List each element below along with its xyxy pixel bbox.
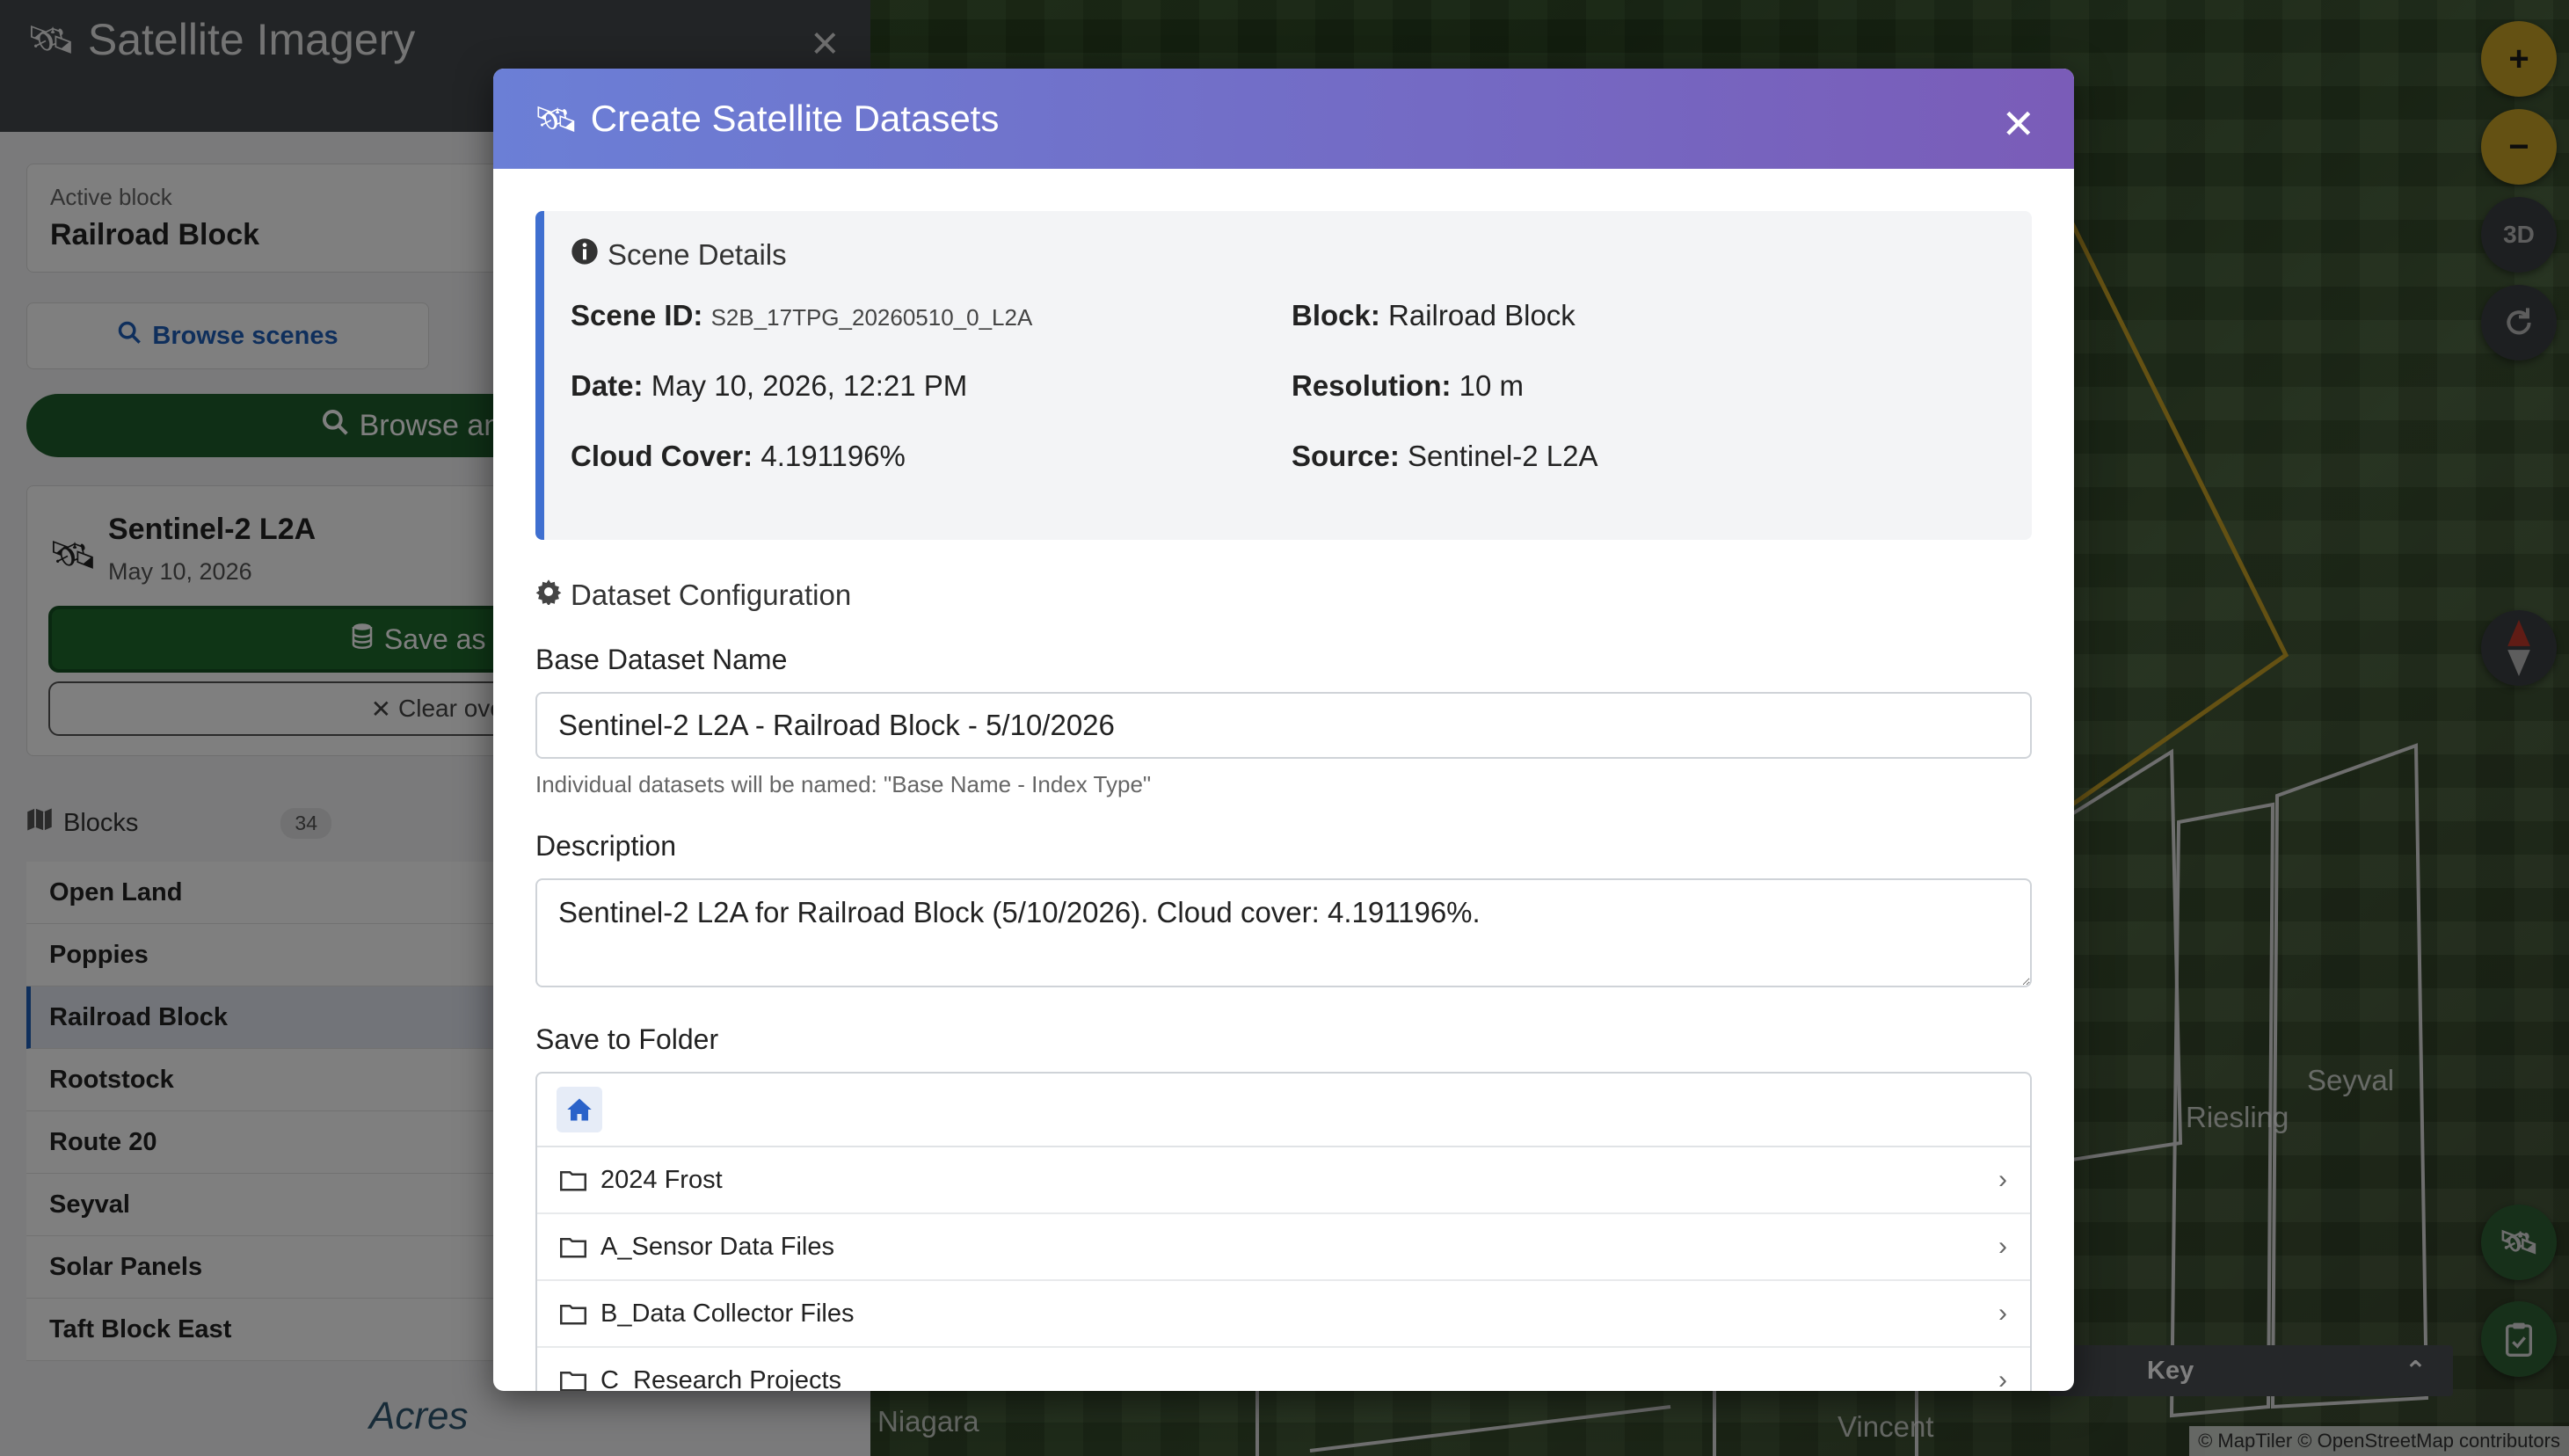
- modal-close-icon[interactable]: ✕: [2001, 100, 2035, 148]
- home-folder-button[interactable]: [557, 1087, 602, 1132]
- modal-body: Scene Details Scene ID: S2B_17TPG_202605…: [493, 169, 2074, 1391]
- modal-header: 🛰 Create Satellite Datasets ✕: [493, 69, 2074, 169]
- chevron-right-icon: ›: [1998, 1299, 2007, 1328]
- modal-title-text: Create Satellite Datasets: [590, 98, 1000, 139]
- scene-details-box: Scene Details Scene ID: S2B_17TPG_202605…: [535, 211, 2032, 540]
- folder-row[interactable]: C_Research Projects ›: [537, 1348, 2030, 1391]
- folder-icon: [560, 1171, 586, 1191]
- folder-name: A_Sensor Data Files: [600, 1232, 834, 1261]
- scene-cloud-value: 4.191196%: [761, 440, 906, 472]
- scene-source-value: Sentinel-2 L2A: [1408, 440, 1598, 472]
- folder-row[interactable]: B_Data Collector Files ›: [537, 1281, 2030, 1348]
- description-label: Description: [535, 830, 677, 862]
- satellite-icon: 🛰: [534, 99, 579, 139]
- base-name-label: Base Dataset Name: [535, 644, 788, 675]
- scene-block-field: Block: Railroad Block: [1292, 299, 2012, 332]
- scene-source-field: Source: Sentinel-2 L2A: [1292, 440, 2012, 473]
- base-name-input[interactable]: [535, 692, 2032, 759]
- scene-date-field: Date: May 10, 2026, 12:21 PM: [571, 369, 1292, 403]
- folder-name: B_Data Collector Files: [600, 1299, 855, 1328]
- scene-block-label: Block:: [1292, 299, 1380, 331]
- scene-date-value: May 10, 2026, 12:21 PM: [651, 369, 968, 402]
- scene-id-label: Scene ID:: [571, 299, 703, 331]
- home-icon: [567, 1098, 592, 1121]
- scene-details-title: Scene Details: [571, 237, 2032, 273]
- scene-cloud-label: Cloud Cover:: [571, 440, 753, 472]
- scene-details-grid: Scene ID: S2B_17TPG_20260510_0_L2A Block…: [571, 299, 2012, 510]
- scene-block-value: Railroad Block: [1388, 299, 1576, 331]
- chevron-right-icon: ›: [1998, 1165, 2007, 1194]
- scene-details-title-text: Scene Details: [608, 238, 787, 271]
- dataset-config-title: Dataset Configuration: [535, 579, 2032, 612]
- scene-resolution-field: Resolution: 10 m: [1292, 369, 2012, 403]
- description-textarea[interactable]: Sentinel-2 L2A for Railroad Block (5/10/…: [535, 878, 2032, 987]
- dataset-config-title-text: Dataset Configuration: [571, 579, 852, 611]
- folder-name: C_Research Projects: [600, 1365, 841, 1392]
- folder-breadcrumb: [537, 1074, 2030, 1147]
- scene-cloud-field: Cloud Cover: 4.191196%: [571, 440, 1292, 473]
- scene-id-field: Scene ID: S2B_17TPG_20260510_0_L2A: [571, 299, 1292, 332]
- chevron-right-icon: ›: [1998, 1232, 2007, 1261]
- scene-source-label: Source:: [1292, 440, 1400, 472]
- folder-icon: [560, 1372, 586, 1391]
- base-name-help: Individual datasets will be named: "Base…: [535, 771, 1152, 797]
- scene-resolution-label: Resolution:: [1292, 369, 1452, 402]
- folder-row[interactable]: A_Sensor Data Files ›: [537, 1214, 2030, 1281]
- folder-label: Save to Folder: [535, 1023, 719, 1055]
- chevron-right-icon: ›: [1998, 1365, 2007, 1391]
- scene-date-label: Date:: [571, 369, 644, 402]
- create-datasets-modal: 🛰 Create Satellite Datasets ✕ Scene Deta…: [493, 69, 2074, 1391]
- folder-name: 2024 Frost: [600, 1165, 723, 1194]
- info-icon: [571, 237, 599, 273]
- gear-icon: [535, 579, 562, 612]
- scene-id-value: S2B_17TPG_20260510_0_L2A: [710, 304, 1033, 331]
- folder-icon: [560, 1238, 586, 1258]
- folder-browser: 2024 Frost › A_Sensor Data Files › B_Dat…: [535, 1072, 2032, 1391]
- folder-row[interactable]: 2024 Frost ›: [537, 1147, 2030, 1214]
- scene-resolution-value: 10 m: [1459, 369, 1525, 402]
- modal-title: 🛰 Create Satellite Datasets: [534, 98, 999, 140]
- folder-icon: [560, 1305, 586, 1325]
